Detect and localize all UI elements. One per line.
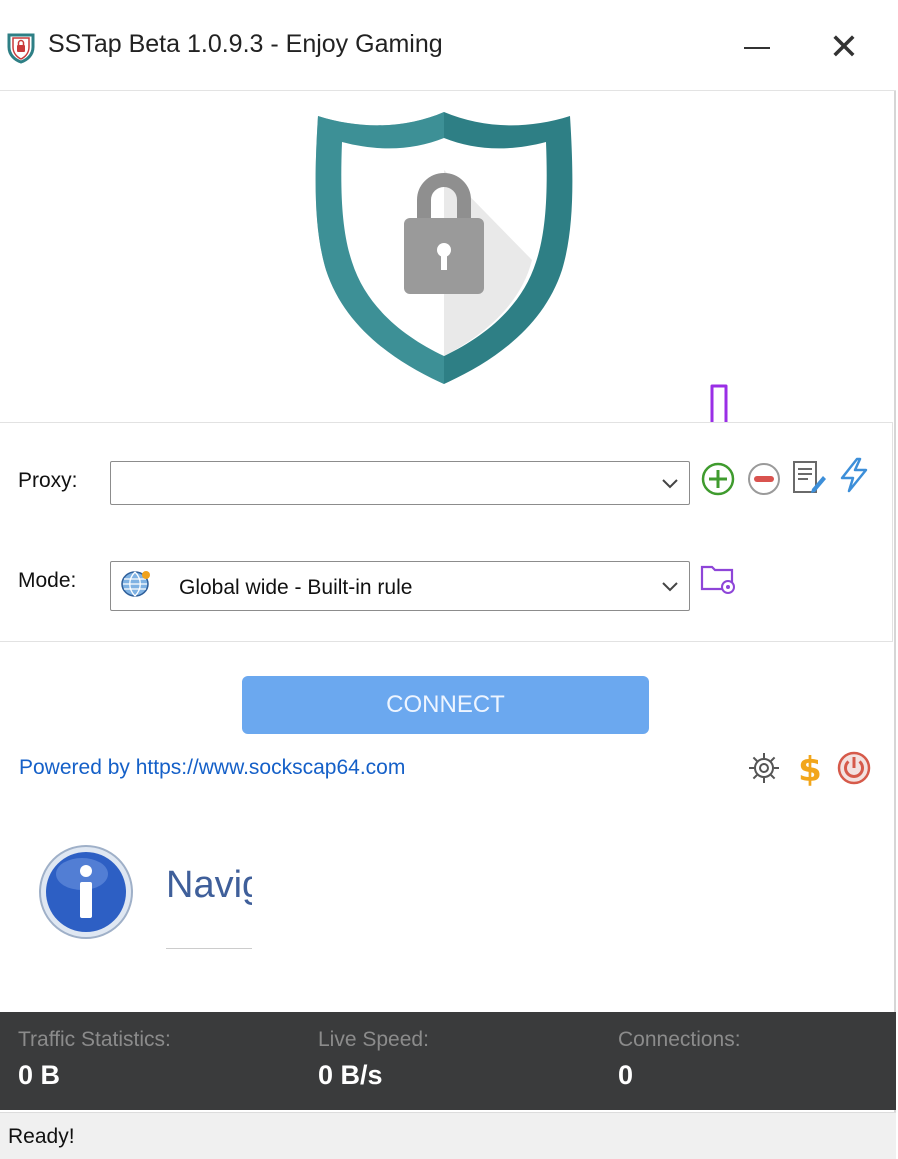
svg-text:$: $: [798, 750, 822, 786]
connect-button[interactable]: CONNECT: [242, 676, 649, 734]
title-bar: SSTap Beta 1.0.9.3 - Enjoy Gaming ✕: [0, 0, 896, 91]
news-panel: Navig: [20, 820, 252, 1012]
mode-select-value: Global wide - Built-in rule: [179, 576, 413, 599]
news-divider: [166, 948, 252, 949]
mode-label: Mode:: [18, 569, 77, 592]
sstap-window: SSTap Beta 1.0.9.3 - Enjoy Gaming ✕ Prox…: [0, 0, 896, 1159]
window-title: SSTap Beta 1.0.9.3 - Enjoy Gaming: [48, 30, 443, 58]
status-bar: Ready!: [0, 1112, 896, 1159]
shield-icon: [7, 33, 35, 64]
connections-value: 0: [618, 1060, 634, 1090]
close-button[interactable]: ✕: [826, 29, 862, 66]
proxy-label: Proxy:: [18, 469, 78, 492]
powered-by-link[interactable]: Powered by https://www.sockscap64.com: [19, 756, 405, 780]
news-title: Navig: [166, 864, 252, 906]
globe-icon: [121, 571, 150, 597]
chevron-down-icon[interactable]: [661, 579, 679, 593]
shield-lock-icon: [315, 112, 573, 384]
minus-circle-icon[interactable]: [746, 461, 782, 497]
edit-document-icon[interactable]: [790, 459, 826, 495]
mode-select[interactable]: Global wide - Built-in rule: [110, 561, 690, 611]
speed-label: Live Speed:: [318, 1028, 429, 1051]
speed-value: 0 B/s: [318, 1060, 383, 1090]
gear-icon[interactable]: [746, 750, 782, 786]
dollar-icon[interactable]: $: [792, 750, 828, 786]
stats-bar: Traffic Statistics: 0 B Live Speed: 0 B/…: [0, 1012, 896, 1110]
info-icon: [39, 845, 133, 939]
plus-circle-icon[interactable]: [700, 461, 736, 497]
traffic-label: Traffic Statistics:: [18, 1028, 171, 1051]
proxy-select[interactable]: [110, 461, 690, 505]
power-icon[interactable]: [836, 750, 872, 786]
chevron-down-icon[interactable]: [661, 476, 679, 490]
minimize-button[interactable]: [742, 30, 772, 64]
connections-label: Connections:: [618, 1028, 741, 1051]
status-text: Ready!: [8, 1125, 75, 1148]
traffic-value: 0 B: [18, 1060, 61, 1090]
settings-panel: Proxy: Mode: Global wide - Built-in rule: [0, 422, 893, 642]
lightning-icon[interactable]: [836, 457, 872, 493]
folder-settings-icon[interactable]: [700, 561, 736, 597]
